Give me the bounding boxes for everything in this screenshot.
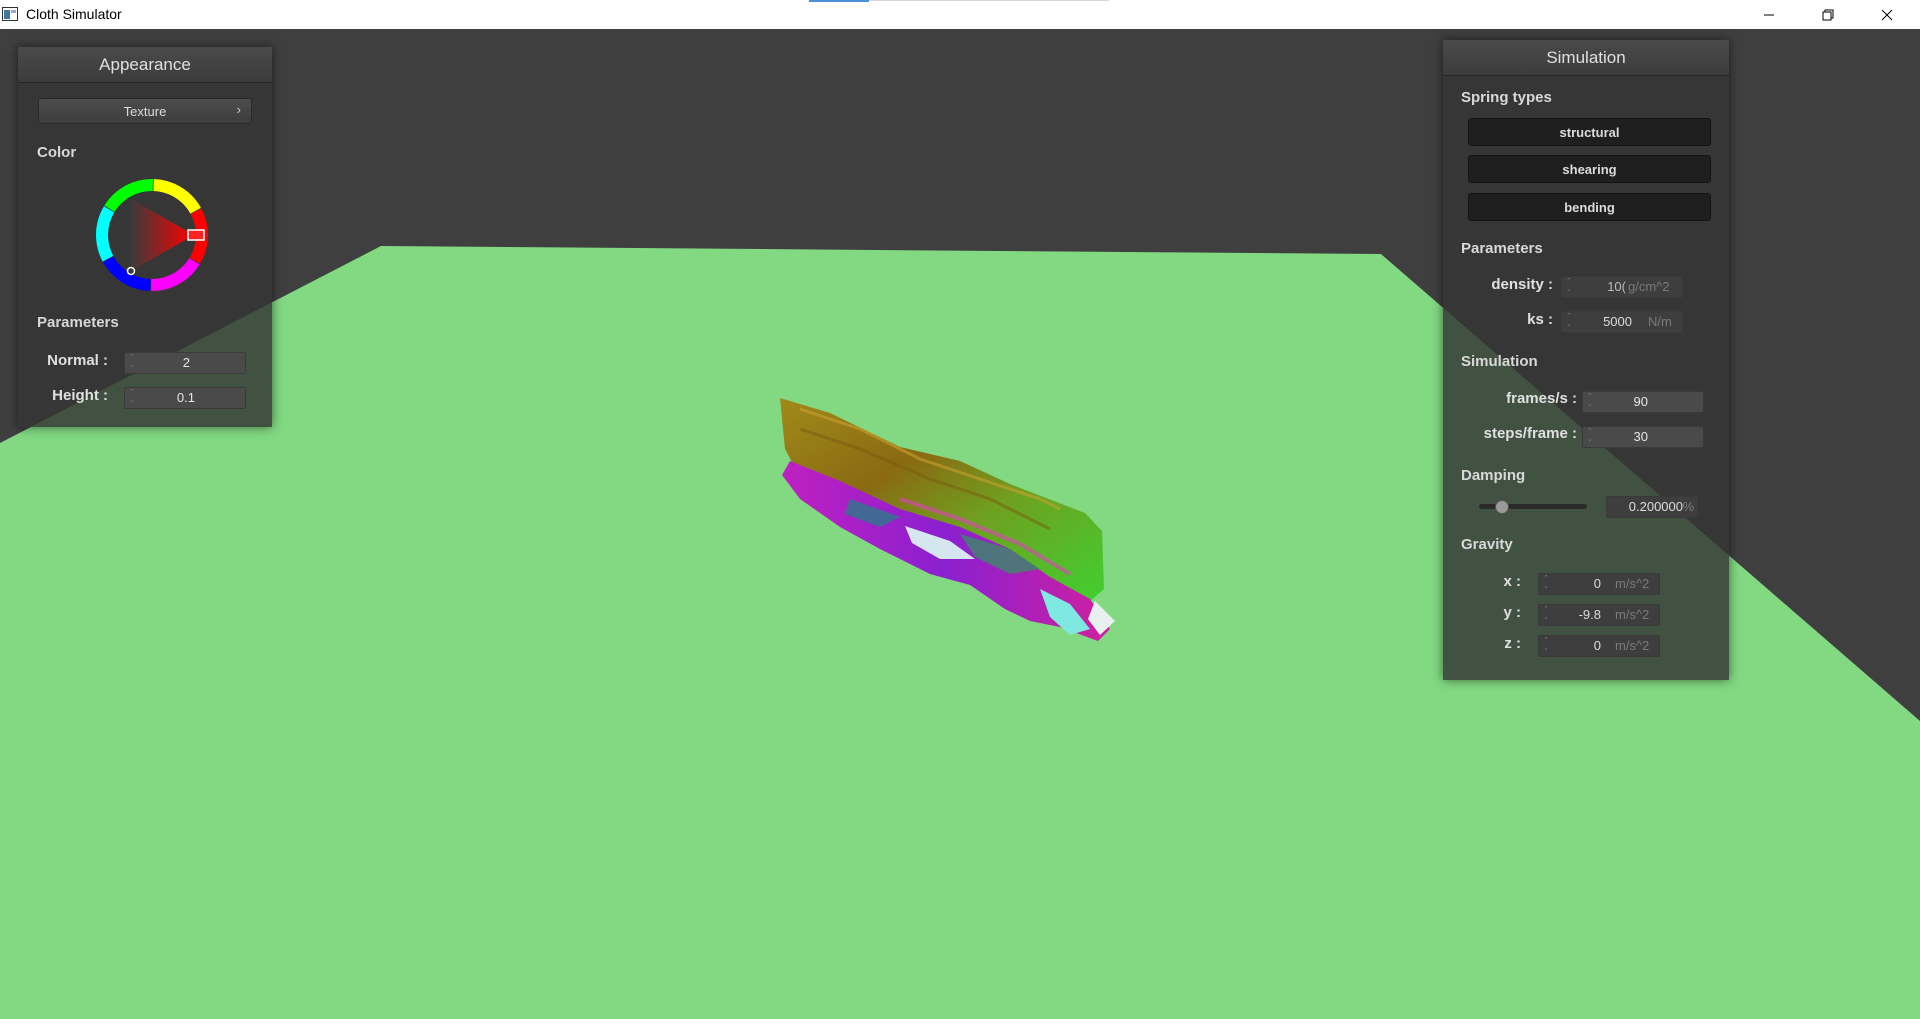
spring-types-label: Spring types bbox=[1461, 89, 1552, 106]
minimize-icon bbox=[1764, 14, 1774, 15]
gravity-y-unit: m/s^2 bbox=[1615, 607, 1650, 622]
saturation-triangle[interactable] bbox=[131, 199, 194, 271]
close-icon bbox=[1881, 9, 1893, 20]
gravity-z-value: 0 bbox=[1593, 638, 1601, 653]
density-unit: g/cm^2 bbox=[1628, 279, 1670, 294]
normal-input[interactable]: ⌃ ⌄ 2 bbox=[124, 352, 246, 374]
maximize-button[interactable] bbox=[1799, 0, 1857, 29]
spinner-icon[interactable]: ⌃ ⌄ bbox=[1543, 637, 1551, 653]
ks-unit: N/m bbox=[1648, 314, 1672, 329]
steps-label: steps/frame : bbox=[1483, 425, 1577, 442]
spinner-icon[interactable]: ⌃ ⌄ bbox=[129, 389, 137, 405]
appearance-header: Appearance bbox=[18, 47, 272, 83]
title-accent bbox=[809, 0, 869, 2]
fps-input[interactable]: ⌃ ⌄ 90 bbox=[1582, 391, 1704, 413]
window-title: Cloth Simulator bbox=[26, 6, 122, 22]
ks-label: ks : bbox=[1527, 311, 1553, 328]
chevron-right-icon: › bbox=[236, 102, 241, 117]
gravity-y-label: y : bbox=[1503, 604, 1521, 621]
height-value: 0.1 bbox=[176, 390, 195, 405]
gravity-x-unit: m/s^2 bbox=[1615, 576, 1650, 591]
normal-value: 2 bbox=[182, 355, 190, 370]
app-icon bbox=[2, 7, 18, 21]
damping-slider-handle[interactable] bbox=[1494, 500, 1509, 514]
restore-icon bbox=[1822, 9, 1834, 20]
spring-bending-button[interactable]: bending bbox=[1468, 193, 1711, 221]
steps-input[interactable]: ⌃ ⌄ 30 bbox=[1582, 426, 1704, 448]
spinner-icon[interactable]: ⌃ ⌄ bbox=[129, 354, 137, 370]
title-divider bbox=[869, 0, 1109, 1]
gravity-z-input[interactable]: ⌃ ⌄ 0 m/s^2 bbox=[1538, 635, 1660, 657]
gravity-label: Gravity bbox=[1461, 536, 1513, 553]
window-titlebar: Cloth Simulator bbox=[0, 0, 1920, 29]
simulation-panel: Simulation Spring types structural shear… bbox=[1443, 40, 1729, 680]
damping-input[interactable]: 0.200000 % bbox=[1606, 496, 1698, 518]
fps-label: frames/s : bbox=[1506, 390, 1577, 407]
height-input[interactable]: ⌃ ⌄ 0.1 bbox=[124, 387, 246, 409]
normal-label: Normal : bbox=[47, 352, 108, 369]
shader-select-label: Texture bbox=[123, 103, 167, 119]
gravity-y-value: -9.8 bbox=[1578, 607, 1601, 622]
sim-parameters-label: Parameters bbox=[1461, 240, 1543, 257]
hue-handle[interactable] bbox=[187, 229, 205, 241]
spinner-icon[interactable]: ⌃ ⌄ bbox=[1587, 428, 1595, 444]
minimize-button[interactable] bbox=[1740, 0, 1798, 29]
gravity-z-unit: m/s^2 bbox=[1615, 638, 1650, 653]
height-label: Height : bbox=[52, 387, 108, 404]
density-value: 10( bbox=[1607, 279, 1626, 294]
gravity-x-input[interactable]: ⌃ ⌄ 0 m/s^2 bbox=[1538, 573, 1660, 595]
color-section-label: Color bbox=[37, 144, 77, 161]
close-button[interactable] bbox=[1858, 0, 1916, 29]
density-input[interactable]: ⌃ ⌄ 10( g/cm^2 bbox=[1561, 276, 1683, 298]
appearance-panel: Appearance Texture › Color Parameters No… bbox=[18, 47, 272, 427]
spinner-icon[interactable]: ⌃ ⌄ bbox=[1566, 313, 1574, 329]
damping-unit: % bbox=[1682, 499, 1694, 514]
spring-shearing-button[interactable]: shearing bbox=[1468, 155, 1711, 183]
damping-value: 0.200000 bbox=[1628, 499, 1683, 514]
gravity-y-input[interactable]: ⌃ ⌄ -9.8 m/s^2 bbox=[1538, 604, 1660, 626]
gravity-x-value: 0 bbox=[1593, 576, 1601, 591]
damping-slider[interactable] bbox=[1479, 500, 1587, 514]
ks-value: 5000 bbox=[1603, 314, 1632, 329]
simulation-section-label: Simulation bbox=[1461, 353, 1538, 370]
fps-value: 90 bbox=[1633, 394, 1648, 409]
appearance-parameters-label: Parameters bbox=[37, 314, 119, 331]
color-wheel-picker[interactable] bbox=[90, 173, 214, 297]
spring-structural-button[interactable]: structural bbox=[1468, 118, 1711, 146]
spinner-icon[interactable]: ⌃ ⌄ bbox=[1543, 575, 1551, 591]
steps-value: 30 bbox=[1633, 429, 1648, 444]
spinner-icon[interactable]: ⌃ ⌄ bbox=[1566, 278, 1574, 294]
gravity-x-label: x : bbox=[1503, 573, 1521, 590]
ks-input[interactable]: ⌃ ⌄ 5000 N/m bbox=[1561, 311, 1683, 333]
color-handle[interactable] bbox=[126, 266, 136, 276]
spinner-icon[interactable]: ⌃ ⌄ bbox=[1543, 606, 1551, 622]
damping-label: Damping bbox=[1461, 467, 1526, 484]
gravity-z-label: z : bbox=[1504, 635, 1521, 652]
density-label: density : bbox=[1491, 276, 1553, 293]
simulation-header: Simulation bbox=[1443, 40, 1729, 76]
spinner-icon[interactable]: ⌃ ⌄ bbox=[1587, 393, 1595, 409]
shader-select-button[interactable]: Texture › bbox=[38, 98, 252, 124]
